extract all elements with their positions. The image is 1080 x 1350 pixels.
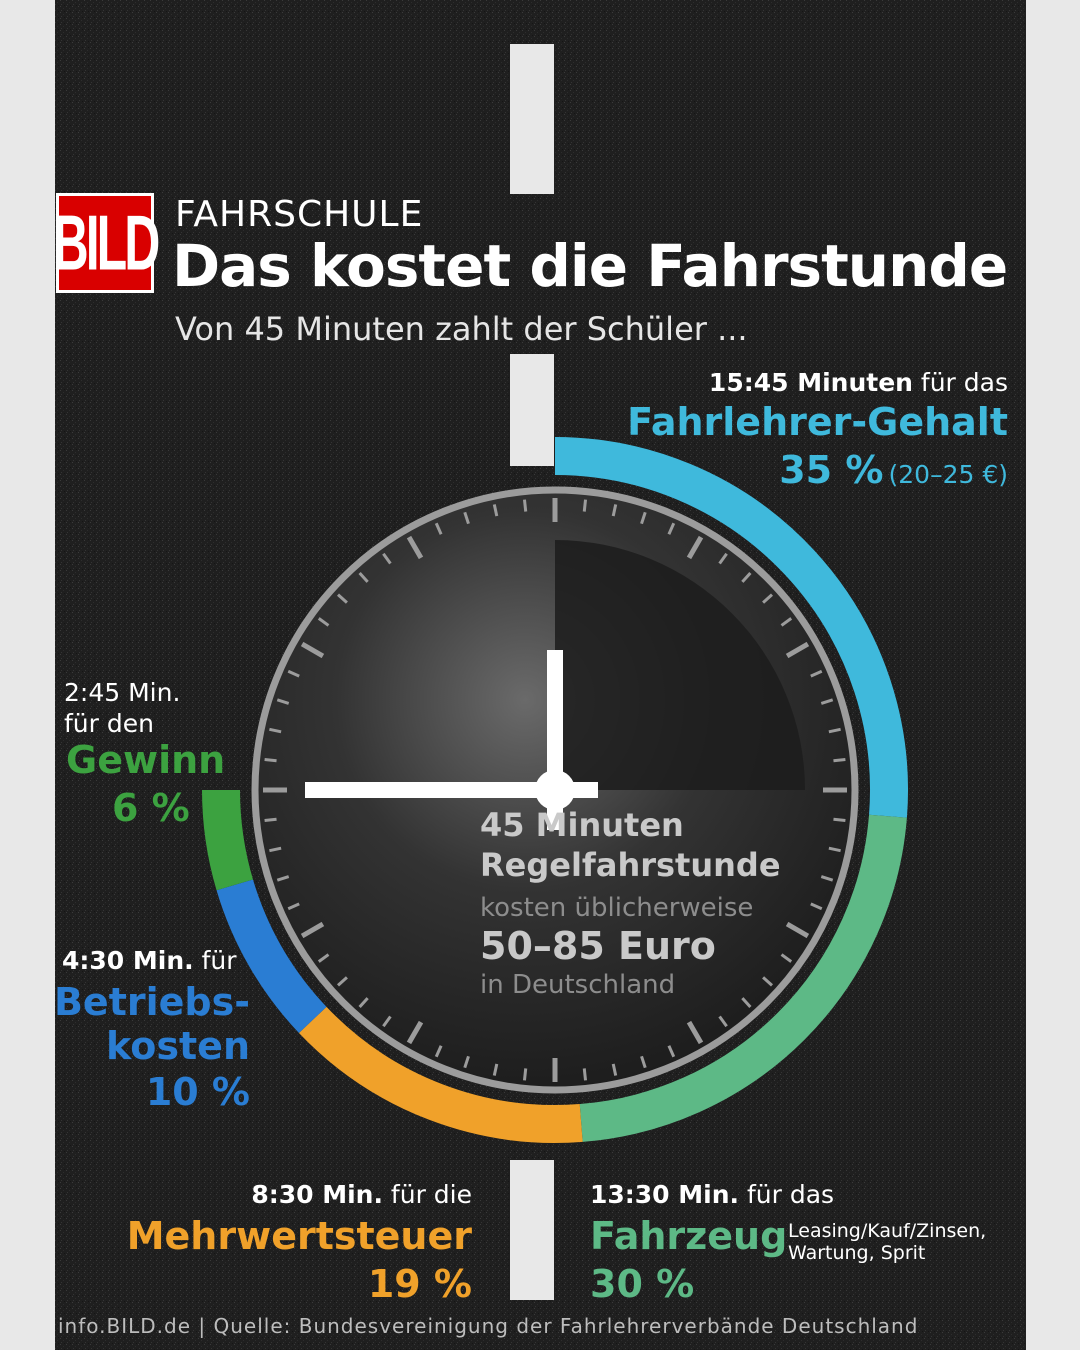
label-gehalt-time: 15:45 Minuten bbox=[708, 368, 913, 397]
label-gehalt-name: Fahrlehrer-Gehalt bbox=[627, 400, 1008, 444]
source-note: info.BILD.de | Quelle: Bundesvereinigung… bbox=[58, 1314, 919, 1338]
center-region: in Deutschland bbox=[480, 970, 676, 1000]
right-road-edge-line bbox=[1026, 0, 1080, 1350]
label-fahrzeug-note-1: Leasing/Kauf/Zinsen, bbox=[788, 1220, 987, 1242]
label-betrieb-lead: 4:30 Min. für bbox=[62, 946, 237, 975]
label-steuer-name: Mehrwertsteuer bbox=[126, 1214, 472, 1258]
page-title: Das kostet die Fahrstunde bbox=[172, 232, 1008, 300]
label-fahrzeug-note-2: Wartung, Sprit bbox=[788, 1242, 926, 1264]
center-price: 50–85 Euro bbox=[480, 924, 716, 968]
label-fahrzeug-suffix: für das bbox=[746, 1180, 835, 1209]
left-road-edge-line bbox=[0, 0, 55, 1350]
ring-segment-gewinn bbox=[202, 789, 254, 891]
center-dash-middle bbox=[510, 354, 554, 466]
center-minutes: 45 Minuten bbox=[480, 806, 684, 844]
subtitle: Von 45 Minuten zahlt der Schüler ... bbox=[175, 310, 748, 348]
clock-tick bbox=[264, 817, 277, 823]
label-fahrzeug-lead: 13:30 Min. für das bbox=[590, 1180, 834, 1209]
clock-tick bbox=[264, 757, 277, 763]
label-gehalt-pct: 35 % bbox=[779, 448, 884, 492]
infographic-canvas bbox=[0, 0, 1080, 1350]
clock-tick bbox=[582, 499, 588, 512]
center-lesson-type: Regelfahrstunde bbox=[480, 846, 781, 884]
clock-tick bbox=[582, 1068, 588, 1081]
label-betrieb-suffix: für bbox=[201, 946, 237, 975]
label-betrieb-time: 4:30 Min. bbox=[62, 946, 194, 975]
label-gehalt-note: (20–25 €) bbox=[888, 460, 1008, 489]
center-dash-top bbox=[510, 44, 554, 194]
label-steuer-lead: 8:30 Min. für die bbox=[251, 1180, 472, 1209]
label-gehalt-lead: 15:45 Minuten für das bbox=[709, 368, 1008, 397]
clock-tick bbox=[833, 817, 846, 823]
clock-tick bbox=[833, 757, 846, 763]
clock-center-cap bbox=[535, 770, 575, 810]
label-steuer-suffix: für die bbox=[390, 1180, 472, 1209]
center-cost-lead: kosten üblicherweise bbox=[480, 893, 754, 923]
label-gewinn-pct: 6 % bbox=[112, 786, 190, 830]
kicker: FAHRSCHULE bbox=[175, 194, 424, 235]
bild-logo: BILD bbox=[53, 193, 160, 293]
label-fahrzeug-pct: 30 % bbox=[590, 1262, 695, 1306]
label-betrieb-name-2: kosten bbox=[106, 1024, 250, 1068]
label-betrieb-pct: 10 % bbox=[145, 1070, 250, 1114]
clock-tick bbox=[522, 1068, 528, 1081]
label-steuer-time: 8:30 Min. bbox=[251, 1180, 383, 1209]
label-steuer-pct: 19 % bbox=[367, 1262, 472, 1306]
center-dash-bottom bbox=[510, 1160, 554, 1300]
label-fahrzeug-time: 13:30 Min. bbox=[590, 1180, 740, 1209]
label-gewinn-time: 2:45 Min. bbox=[64, 678, 181, 707]
label-gehalt-suffix: für das bbox=[920, 368, 1008, 397]
label-fahrzeug-name: Fahrzeug bbox=[590, 1214, 788, 1258]
label-betrieb-name-1: Betriebs- bbox=[53, 980, 250, 1024]
clock-tick bbox=[522, 499, 528, 512]
label-gewinn-name: Gewinn bbox=[66, 738, 226, 782]
label-gehalt-values: 35 % (20–25 €) bbox=[779, 448, 1008, 492]
label-gewinn-suffix: für den bbox=[64, 709, 154, 738]
